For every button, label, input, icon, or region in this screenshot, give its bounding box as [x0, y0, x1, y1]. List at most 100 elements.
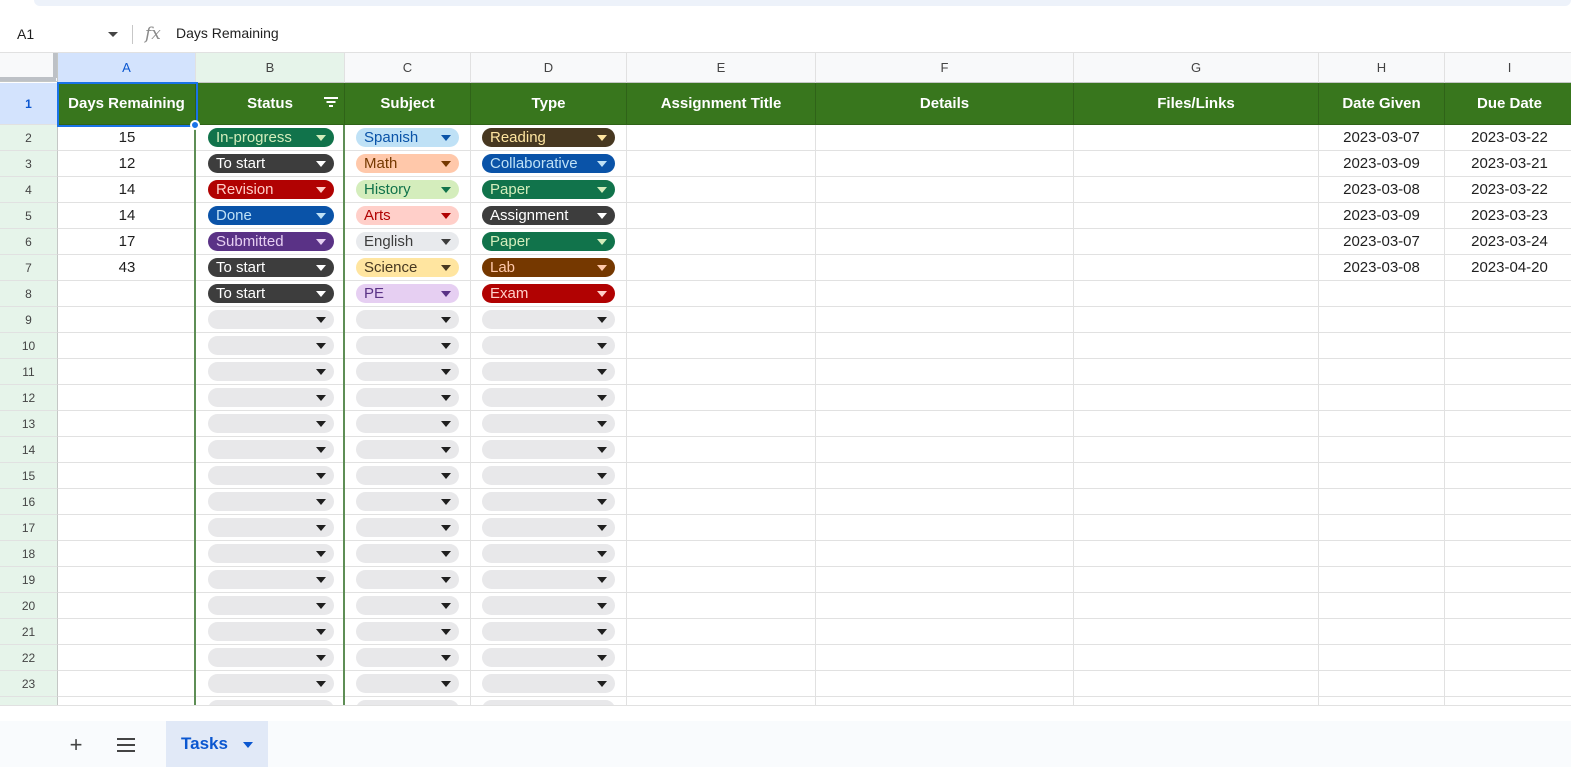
empty-status-dropdown[interactable]	[208, 570, 334, 589]
empty-type-dropdown[interactable]	[482, 310, 615, 329]
column-header-d[interactable]: D	[471, 53, 627, 83]
row-header[interactable]: 5	[0, 203, 58, 229]
table-cell[interactable]	[627, 437, 816, 463]
empty-subject-dropdown[interactable]	[356, 596, 459, 615]
table-cell[interactable]	[1319, 411, 1445, 437]
table-cell[interactable]	[1074, 255, 1319, 281]
empty-subject-dropdown[interactable]	[356, 492, 459, 511]
table-cell[interactable]	[58, 385, 196, 411]
empty-subject-dropdown[interactable]	[356, 622, 459, 641]
empty-type-dropdown[interactable]	[482, 674, 615, 693]
row-header[interactable]: 7	[0, 255, 58, 281]
type-chip[interactable]: Reading	[482, 128, 615, 147]
filter-icon[interactable]	[324, 97, 338, 107]
empty-subject-dropdown[interactable]	[356, 518, 459, 537]
empty-type-dropdown[interactable]	[482, 570, 615, 589]
empty-status-dropdown[interactable]	[208, 492, 334, 511]
days-remaining-cell[interactable]: 12	[58, 151, 196, 177]
due-date-cell[interactable]: 2023-03-23	[1445, 203, 1571, 229]
row-header[interactable]: 20	[0, 593, 58, 619]
column-header-a[interactable]: A	[58, 53, 196, 83]
dropdown-arrow-icon[interactable]	[316, 577, 326, 583]
type-chip[interactable]: Paper	[482, 180, 615, 199]
table-cell[interactable]	[816, 671, 1074, 697]
row-header[interactable]: 16	[0, 489, 58, 515]
table-cell[interactable]	[816, 437, 1074, 463]
subject-chip[interactable]: Science	[356, 258, 459, 277]
empty-type-dropdown[interactable]	[482, 518, 615, 537]
header-cell-e[interactable]: Assignment Title	[627, 83, 816, 125]
dropdown-arrow-icon[interactable]	[441, 239, 451, 245]
dropdown-arrow-icon[interactable]	[441, 603, 451, 609]
dropdown-arrow-icon[interactable]	[316, 343, 326, 349]
table-cell[interactable]	[816, 385, 1074, 411]
empty-status-dropdown[interactable]	[208, 414, 334, 433]
table-cell[interactable]	[1319, 645, 1445, 671]
fill-handle[interactable]	[190, 120, 200, 130]
empty-subject-dropdown[interactable]	[356, 674, 459, 693]
row-header[interactable]: 15	[0, 463, 58, 489]
column-header-f[interactable]: F	[816, 53, 1074, 83]
header-cell-f[interactable]: Details	[816, 83, 1074, 125]
row-header[interactable]: 19	[0, 567, 58, 593]
dropdown-arrow-icon[interactable]	[316, 603, 326, 609]
dropdown-arrow-icon[interactable]	[316, 369, 326, 375]
empty-status-dropdown[interactable]	[208, 440, 334, 459]
column-header-h[interactable]: H	[1319, 53, 1445, 83]
dropdown-arrow-icon[interactable]	[441, 551, 451, 557]
dropdown-arrow-icon[interactable]	[441, 369, 451, 375]
table-cell[interactable]	[1074, 333, 1319, 359]
dropdown-arrow-icon[interactable]	[441, 525, 451, 531]
due-date-cell[interactable]: 2023-03-22	[1445, 125, 1571, 151]
table-cell[interactable]	[816, 567, 1074, 593]
dropdown-arrow-icon[interactable]	[316, 239, 326, 245]
dropdown-arrow-icon[interactable]	[441, 317, 451, 323]
row-header-partial[interactable]	[0, 697, 58, 705]
dropdown-arrow-icon[interactable]	[441, 655, 451, 661]
table-cell[interactable]	[1074, 645, 1319, 671]
empty-type-dropdown[interactable]	[482, 440, 615, 459]
empty-status-dropdown[interactable]	[208, 596, 334, 615]
table-cell[interactable]	[1445, 619, 1571, 645]
table-cell[interactable]	[58, 359, 196, 385]
empty-status-dropdown[interactable]	[208, 518, 334, 537]
row-header[interactable]: 23	[0, 671, 58, 697]
dropdown-arrow-icon[interactable]	[316, 421, 326, 427]
dropdown-arrow-icon[interactable]	[441, 447, 451, 453]
days-remaining-cell[interactable]	[58, 281, 196, 307]
table-cell[interactable]	[816, 177, 1074, 203]
table-cell[interactable]	[58, 697, 196, 705]
header-cell-b[interactable]: Status	[196, 83, 345, 125]
table-cell[interactable]	[1319, 359, 1445, 385]
type-chip[interactable]: Lab	[482, 258, 615, 277]
subject-chip[interactable]: Arts	[356, 206, 459, 225]
table-cell[interactable]	[1319, 541, 1445, 567]
row-header[interactable]: 10	[0, 333, 58, 359]
header-cell-h[interactable]: Date Given	[1319, 83, 1445, 125]
table-cell[interactable]	[1319, 619, 1445, 645]
dropdown-arrow-icon[interactable]	[441, 187, 451, 193]
dropdown-arrow-icon[interactable]	[441, 499, 451, 505]
table-cell[interactable]	[627, 385, 816, 411]
dropdown-arrow-icon[interactable]	[441, 395, 451, 401]
dropdown-arrow-icon[interactable]	[597, 655, 607, 661]
empty-status-dropdown[interactable]	[208, 674, 334, 693]
table-cell[interactable]	[1445, 593, 1571, 619]
table-cell[interactable]	[816, 333, 1074, 359]
empty-type-dropdown[interactable]	[482, 466, 615, 485]
table-cell[interactable]	[1074, 359, 1319, 385]
table-cell[interactable]	[58, 645, 196, 671]
empty-status-dropdown[interactable]	[208, 648, 334, 667]
empty-status-dropdown[interactable]	[208, 622, 334, 641]
due-date-cell[interactable]: 2023-03-24	[1445, 229, 1571, 255]
table-cell[interactable]	[1074, 411, 1319, 437]
empty-type-dropdown[interactable]	[482, 388, 615, 407]
name-box-dropdown-icon[interactable]	[108, 32, 118, 37]
status-chip[interactable]: To start	[208, 154, 334, 173]
header-cell-i[interactable]: Due Date	[1445, 83, 1571, 125]
due-date-cell[interactable]: 2023-04-20	[1445, 255, 1571, 281]
empty-subject-dropdown[interactable]	[356, 544, 459, 563]
table-cell[interactable]	[58, 619, 196, 645]
date-given-cell[interactable]: 2023-03-07	[1319, 229, 1445, 255]
table-cell[interactable]	[816, 593, 1074, 619]
